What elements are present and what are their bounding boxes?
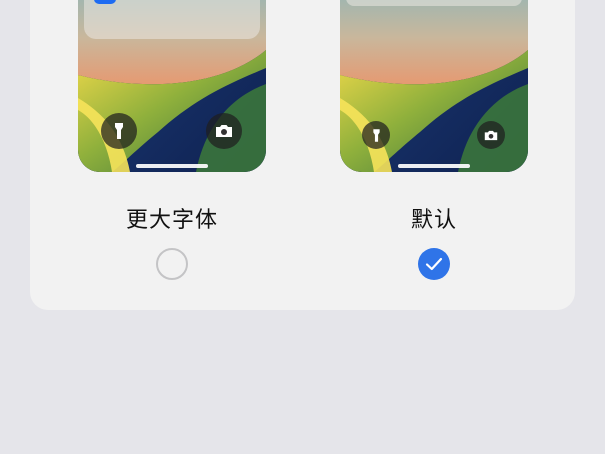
flashlight-icon (115, 123, 123, 139)
flashlight-icon (372, 128, 380, 142)
home-indicator (398, 164, 470, 168)
option-label: 默认 (410, 208, 457, 233)
app-icon (94, 0, 116, 4)
notification-preview (84, 0, 260, 39)
option-default[interactable]: 默认 (340, 0, 528, 280)
radio-selected[interactable] (418, 248, 450, 280)
camera-button (206, 113, 242, 149)
phone-preview-default (340, 0, 528, 172)
display-size-card: 更大字体 默认 (30, 0, 575, 310)
home-indicator (136, 164, 208, 168)
phone-preview-larger (78, 0, 266, 172)
option-larger-text[interactable]: 更大字体 (78, 0, 266, 280)
notification-preview (346, 0, 522, 6)
option-label: 更大字体 (125, 208, 218, 233)
flashlight-button (362, 121, 390, 149)
camera-icon (484, 130, 498, 140)
camera-icon (216, 125, 232, 137)
camera-button (477, 121, 505, 149)
checkmark-icon (425, 257, 443, 271)
flashlight-button (101, 113, 137, 149)
radio-unselected[interactable] (156, 248, 188, 280)
